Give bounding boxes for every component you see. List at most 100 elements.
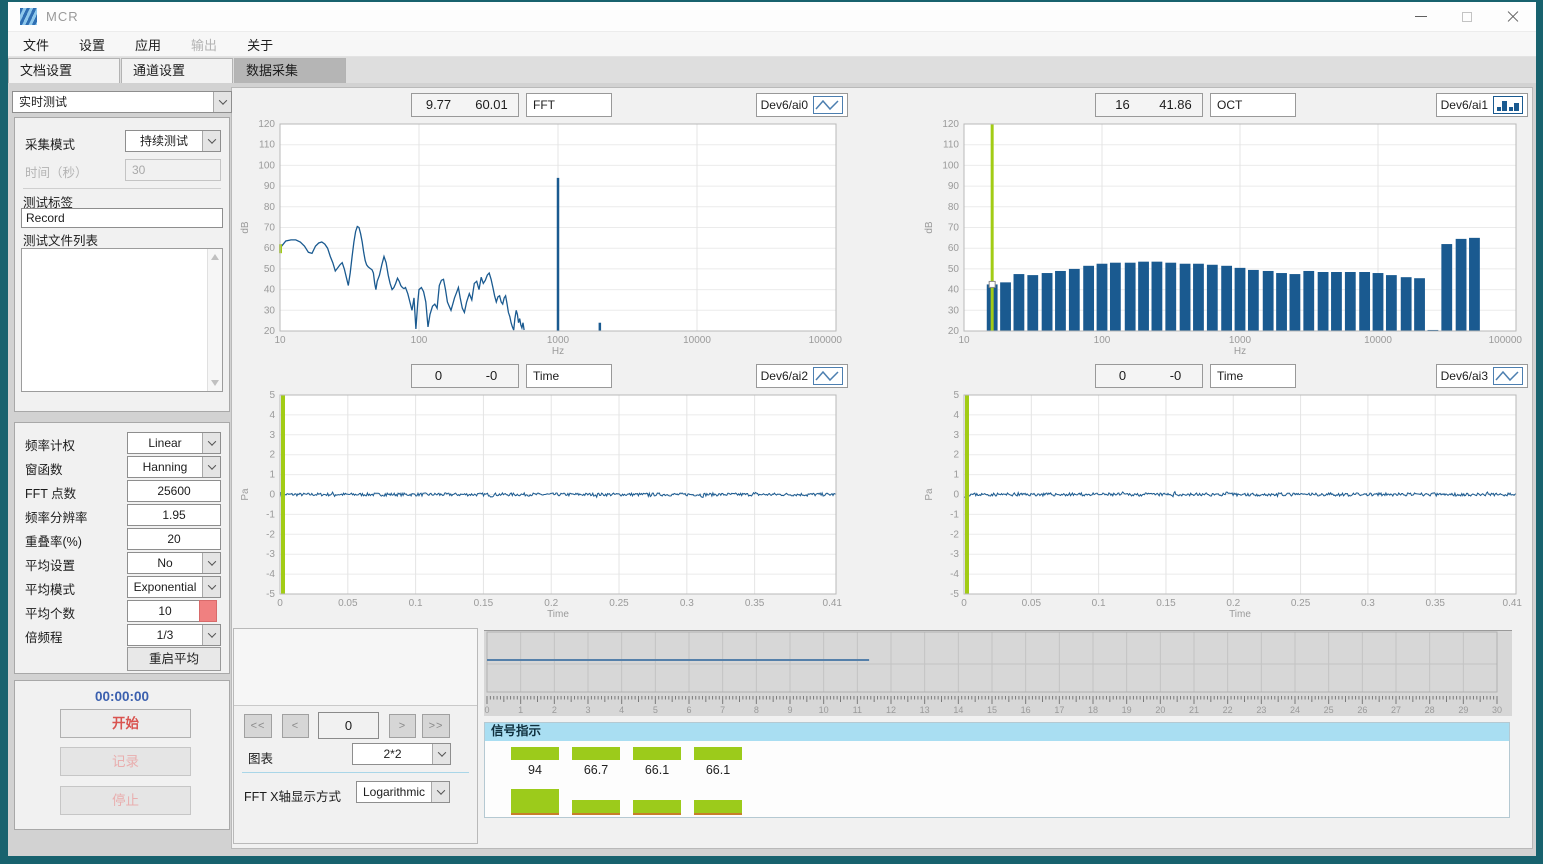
channel-selector[interactable]: Dev6/ai2 [756,364,848,388]
chevron-down-icon[interactable] [202,457,220,477]
svg-text:14: 14 [953,705,963,715]
test-label-field[interactable]: Record [21,208,223,228]
svg-text:100000: 100000 [809,335,843,346]
minimize-button[interactable] [1398,2,1444,32]
svg-text:1000: 1000 [1229,335,1252,346]
start-button[interactable]: 开始 [60,709,191,738]
fft-plot[interactable]: 2030405060708090100110120101001000100001… [236,119,848,359]
overlap-field[interactable]: 20 [127,528,221,550]
test-mode-select[interactable]: 实时测试 [12,91,232,113]
prev-page-button[interactable]: < [282,714,309,738]
fft-xaxis-select[interactable]: Logarithmic [356,781,450,803]
svg-text:12: 12 [886,705,896,715]
time-plot-ai2[interactable]: -5-4-3-2-101234500.050.10.150.20.250.30.… [236,390,848,622]
svg-text:29: 29 [1458,705,1468,715]
acq-mode-select[interactable]: 持续测试 [125,130,221,152]
svg-text:120: 120 [942,119,959,130]
octave-plot[interactable]: 2030405060708090100110120101001000100001… [920,119,1528,359]
chevron-down-icon[interactable] [202,553,220,573]
tab-document-settings[interactable]: 文档设置 [8,58,120,83]
channel-selector[interactable]: Dev6/ai1 [1436,93,1528,117]
chevron-down-icon[interactable] [213,92,231,112]
svg-text:90: 90 [264,181,276,192]
svg-text:2: 2 [953,450,959,461]
menu-application[interactable]: 应用 [120,35,176,54]
avg-setting-select[interactable]: No [127,552,221,574]
avg-count-field[interactable]: 10 [127,600,203,622]
svg-text:8: 8 [754,705,759,715]
svg-text:0.25: 0.25 [609,598,629,609]
svg-text:28: 28 [1425,705,1435,715]
chart-layout-select[interactable]: 2*2 [352,743,451,765]
app-icon [20,8,37,25]
window-function-select[interactable]: Hanning [127,456,221,478]
freq-resolution-field[interactable]: 1.95 [127,504,221,526]
svg-text:1: 1 [269,470,275,481]
svg-text:Hz: Hz [552,346,564,357]
svg-text:1000: 1000 [547,335,570,346]
first-page-button[interactable]: << [244,714,272,738]
scrollbar[interactable] [207,249,222,391]
octave-select[interactable]: 1/3 [127,624,221,646]
scroll-up-icon[interactable] [211,254,219,260]
scroll-down-icon[interactable] [211,380,219,386]
svg-text:0.15: 0.15 [474,598,494,609]
chevron-down-icon[interactable] [202,433,220,453]
chart-type-field[interactable]: OCT [1210,93,1296,117]
cursor-readout: 0 -0 [411,364,519,388]
svg-text:6: 6 [686,705,691,715]
svg-text:30: 30 [948,305,960,316]
svg-text:120: 120 [258,119,275,130]
svg-text:0.3: 0.3 [1361,598,1375,609]
avg-mode-select[interactable]: Exponential [127,576,221,598]
svg-text:-4: -4 [950,569,959,580]
close-button[interactable] [1490,2,1536,32]
chart-type-field[interactable]: Time [526,364,612,388]
maximize-button[interactable] [1444,2,1490,32]
next-page-button[interactable]: > [389,714,416,738]
timeline-scrubber[interactable]: 0123456789101112131415161718192021222324… [484,630,1512,716]
restart-average-button[interactable]: 重启平均 [127,647,221,671]
stop-button[interactable]: 停止 [60,786,191,815]
svg-text:26: 26 [1357,705,1367,715]
tab-data-acquisition[interactable]: 数据采集 [234,58,346,83]
app-window: MCR 文件 设置 应用 输出 关于 文档设置 通道设置 数据采集 实时测试 采… [8,2,1536,856]
freq-resolution-label: 频率分辨率 [25,507,88,526]
chart-type-field[interactable]: Time [1210,364,1296,388]
menu-settings[interactable]: 设置 [64,35,120,54]
channel-selector[interactable]: Dev6/ai3 [1436,364,1528,388]
svg-text:2: 2 [552,705,557,715]
freq-weighting-select[interactable]: Linear [127,432,221,454]
page-number-field[interactable]: 0 [318,712,379,739]
menu-about[interactable]: 关于 [232,35,288,54]
test-file-list[interactable] [21,248,223,392]
chart-panel-octave: 16 41.86 OCT Dev6/ai1 203040506070809010… [920,93,1536,361]
svg-text:100: 100 [258,160,275,171]
menu-output: 输出 [176,35,232,54]
chart-layout-label: 图表 [248,748,273,767]
svg-text:110: 110 [259,140,275,151]
chevron-down-icon[interactable] [202,625,220,645]
chevron-down-icon[interactable] [202,577,220,597]
svg-text:0.41: 0.41 [823,598,843,609]
tab-channel-settings[interactable]: 通道设置 [121,58,233,83]
chart-type-field[interactable]: FFT [526,93,612,117]
svg-text:0.05: 0.05 [338,598,358,609]
avg-mode-label: 平均模式 [25,579,75,598]
chart-panel-time-ai3: 0 -0 Time Dev6/ai3 -5-4-3-2-101234500.05… [920,364,1536,624]
signal-level-bar [694,800,742,813]
chevron-down-icon[interactable] [431,782,449,802]
menu-file[interactable]: 文件 [8,35,64,54]
channel-selector[interactable]: Dev6/ai0 [756,93,848,117]
svg-text:100: 100 [1094,335,1111,346]
maximize-icon [1462,12,1472,22]
chevron-down-icon[interactable] [432,744,450,764]
record-button[interactable]: 记录 [60,747,191,776]
time-plot-ai3[interactable]: -5-4-3-2-101234500.050.10.150.20.250.30.… [920,390,1528,622]
svg-text:1: 1 [953,470,959,481]
svg-text:-5: -5 [950,589,959,600]
last-page-button[interactable]: >> [422,714,450,738]
svg-text:-4: -4 [266,569,275,580]
chevron-down-icon[interactable] [202,131,220,151]
fft-points-field[interactable]: 25600 [127,480,221,502]
